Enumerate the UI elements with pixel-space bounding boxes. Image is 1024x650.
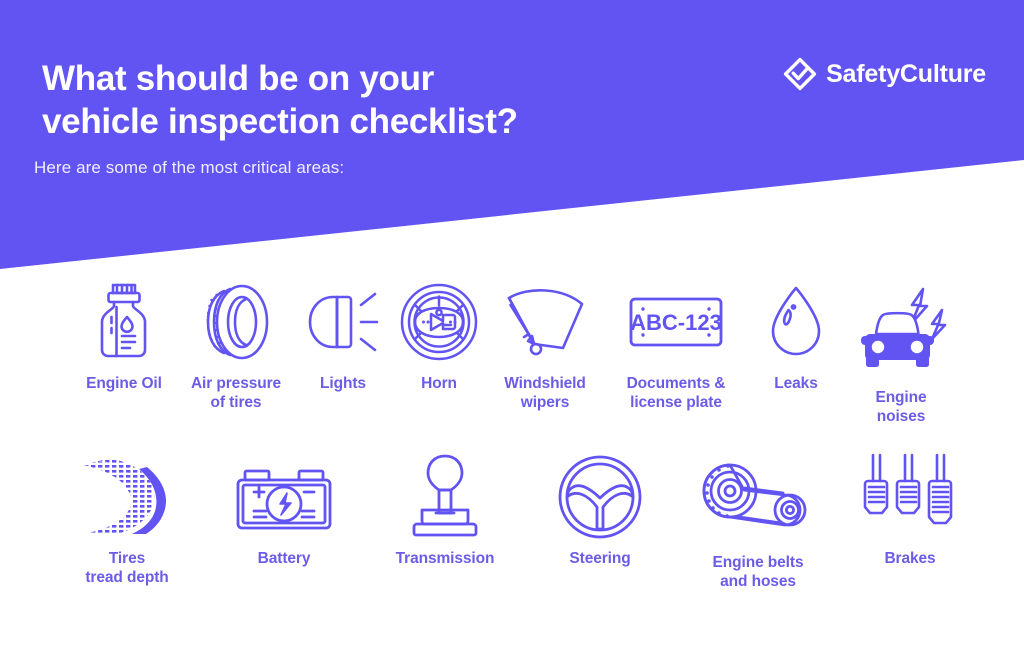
checklist-item-engine-oil: Engine Oil <box>71 278 177 393</box>
gear-shifter-icon <box>405 453 485 541</box>
checklist-item-brakes: Brakes <box>843 453 977 568</box>
checklist-item-battery: Battery <box>209 453 359 568</box>
checklist-item-lights: Lights <box>295 278 391 393</box>
checklist-item-label: Engine noises <box>875 389 927 426</box>
checklist-item-leaks: Leaks <box>749 278 843 393</box>
header-content: What should be on your vehicle inspectio… <box>0 0 1024 269</box>
checklist-item-label: Lights <box>320 375 366 392</box>
checklist-item-horn: Horn <box>391 278 487 393</box>
checklist-item-windshield-wipers: Windshield wipers <box>487 278 603 413</box>
checklist-item-label: Battery <box>257 549 311 567</box>
checklist-item-label: Tires tread depth <box>85 549 169 587</box>
oil-bottle-icon <box>91 278 157 366</box>
checklist-item-steering: Steering <box>527 453 673 568</box>
tire-icon <box>194 278 278 366</box>
checklist-item-label: Air pressure of tires <box>190 375 282 412</box>
checklist-item-label: Windshield wipers <box>504 375 586 412</box>
windshield-wiper-icon <box>497 278 593 366</box>
safetyculture-logo: SafetyCulture <box>783 57 986 91</box>
checklist-item-engine-noises: Engine noises <box>843 287 959 427</box>
checklist-item-label: Engine belts and hoses <box>712 553 804 591</box>
license-plate-icon: ABC-123 <box>628 278 724 366</box>
horn-steering-wheel-icon <box>398 278 480 366</box>
car-noise-icon <box>854 287 948 378</box>
checklist-row-2: Tires tread depth Battery Transmission S… <box>0 453 1024 592</box>
checklist-item-label: Horn <box>421 375 457 392</box>
header-banner: What should be on your vehicle inspectio… <box>0 0 1024 269</box>
headlight-icon <box>303 278 383 366</box>
checklist-item-label: Brakes <box>884 549 936 567</box>
checklist-row-1: Engine Oil Air pressure of tires Lights … <box>0 278 1024 427</box>
brake-pedals-icon <box>863 453 956 537</box>
steering-wheel-icon <box>556 453 644 541</box>
checklist-item-label: Transmission <box>395 549 495 567</box>
car-battery-icon <box>232 453 336 541</box>
timing-belt-icon <box>699 453 817 541</box>
checklist-item-label: Steering <box>569 549 631 567</box>
checklist-item-air-pressure: Air pressure of tires <box>177 278 295 413</box>
checklist-item-tires-tread-depth: Tires tread depth <box>53 453 201 588</box>
water-droplet-icon <box>768 278 824 366</box>
checklist-item-engine-belts-hoses: Engine belts and hoses <box>679 453 837 592</box>
license-plate-text: ABC-123 <box>630 310 722 335</box>
checklist-item-label: Engine Oil <box>86 375 162 392</box>
safetyculture-diamond-check-icon <box>783 57 817 91</box>
logo-wordmark: SafetyCulture <box>826 59 986 88</box>
checklist-item-documents-license-plate: ABC-123 Documents & license plate <box>603 278 749 413</box>
checklist-icon-grid: Engine Oil Air pressure of tires Lights … <box>0 278 1024 592</box>
page-subtitle: Here are some of the most critical areas… <box>34 158 345 177</box>
checklist-item-transmission: Transmission <box>365 453 525 568</box>
page-title: What should be on your vehicle inspectio… <box>42 59 518 141</box>
tire-tread-marks-icon <box>77 453 177 541</box>
checklist-item-label: Documents & license plate <box>626 375 726 412</box>
checklist-item-label: Leaks <box>774 375 818 392</box>
